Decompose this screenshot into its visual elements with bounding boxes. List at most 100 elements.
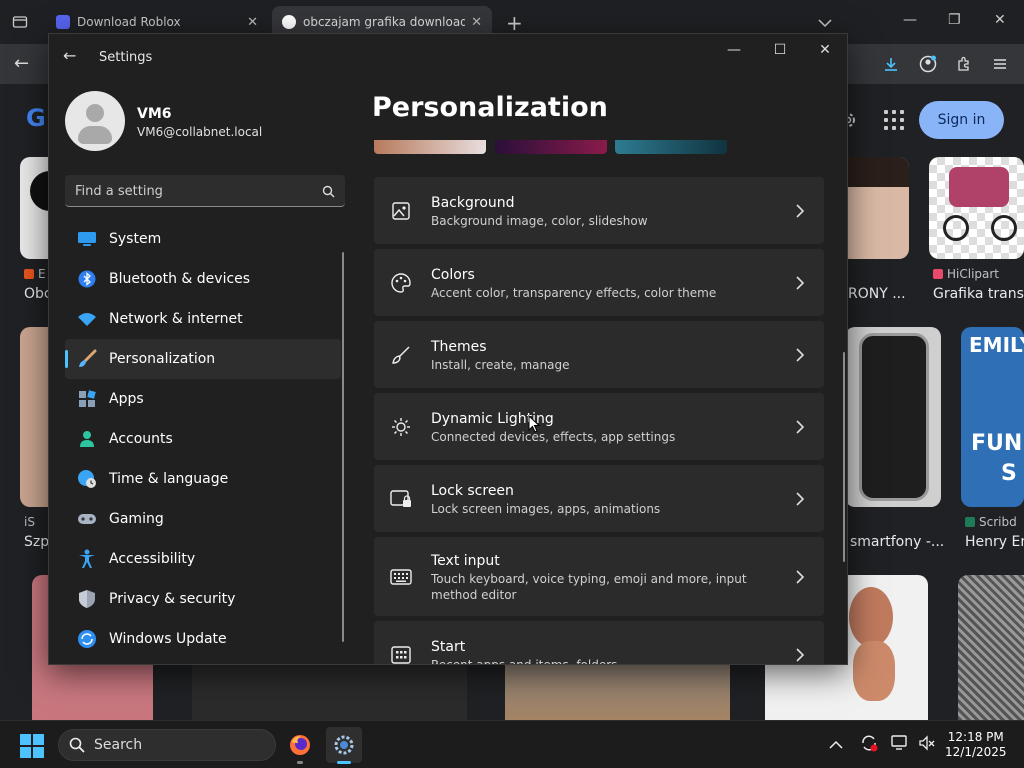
card-subtitle: Lock screen images, apps, animations (431, 502, 661, 516)
settings-taskbar-icon[interactable] (326, 727, 362, 764)
tab-close-icon[interactable]: ✕ (247, 15, 258, 30)
card-dynamic-lighting[interactable]: Dynamic Lighting Connected devices, effe… (374, 393, 824, 460)
tab-close-icon[interactable]: ✕ (471, 15, 482, 30)
tab-search-icon[interactable] (8, 10, 32, 34)
nav-item-time-language[interactable]: Time & language (65, 459, 341, 499)
profile-email: VM6@collabnet.local (137, 125, 263, 139)
download-icon[interactable] (880, 53, 902, 75)
card-text-input[interactable]: Text input Touch keyboard, voice typing,… (374, 537, 824, 616)
google-logo-icon[interactable]: G (26, 104, 46, 132)
nav-item-apps[interactable]: Apps (65, 379, 341, 419)
browser-restore-icon[interactable]: ❐ (948, 12, 961, 28)
profile-name: VM6 (137, 106, 172, 122)
image-caption[interactable]: Henry En (965, 534, 1024, 550)
window-title: Settings (99, 50, 153, 65)
nav-item-privacy[interactable]: Privacy & security (65, 579, 341, 619)
content-scrollbar[interactable] (843, 352, 845, 562)
card-subtitle: Install, create, manage (431, 358, 570, 372)
profile-icon[interactable] (917, 53, 939, 75)
monitor-icon (77, 229, 97, 249)
person-icon (77, 429, 97, 449)
nav-item-label: Accessibility (109, 551, 196, 567)
card-subtitle: Recent apps and items, folders (431, 658, 618, 665)
network-icon[interactable] (891, 734, 909, 756)
chevron-down-icon[interactable] (818, 13, 832, 32)
card-colors[interactable]: Colors Accent color, transparency effect… (374, 249, 824, 316)
system-clock[interactable]: 12:18 PM 12/1/2025 (945, 730, 1007, 760)
settings-nav: System Bluetooth & devices Network & int… (65, 219, 341, 659)
nav-item-label: Privacy & security (109, 591, 236, 607)
minimize-icon[interactable]: — (719, 42, 749, 58)
browser-back-icon[interactable]: ← (14, 53, 29, 74)
firefox-taskbar-icon[interactable] (282, 727, 318, 764)
back-arrow-icon[interactable]: ← (63, 46, 76, 65)
image-result[interactable] (958, 575, 1024, 728)
sign-in-button[interactable]: Sign in (919, 101, 1004, 139)
search-icon (69, 737, 85, 757)
chevron-right-icon (796, 348, 805, 362)
image-result[interactable] (929, 157, 1024, 259)
palette-icon (390, 272, 412, 294)
book-title-text: EMILY (969, 333, 1024, 357)
nav-item-windows-update[interactable]: Windows Update (65, 619, 341, 659)
brush-icon (390, 344, 412, 366)
new-tab-icon[interactable]: + (506, 11, 523, 35)
nav-scrollbar[interactable] (342, 252, 344, 642)
card-background[interactable]: Background Background image, color, slid… (374, 177, 824, 244)
find-setting-search[interactable] (65, 175, 345, 207)
google-apps-icon[interactable] (884, 110, 904, 130)
avatar[interactable] (65, 91, 125, 151)
nav-item-bluetooth[interactable]: Bluetooth & devices (65, 259, 341, 299)
nav-item-accessibility[interactable]: Accessibility (65, 539, 341, 579)
browser-close-icon[interactable]: ✕ (994, 12, 1006, 28)
taskbar: Search 12:18 PM 12/1/2025 (0, 720, 1024, 768)
nav-item-personalization[interactable]: Personalization (65, 339, 341, 379)
chevron-right-icon (796, 420, 805, 434)
sync-icon[interactable] (860, 734, 878, 756)
theme-preview[interactable] (615, 140, 727, 154)
nav-item-label: Network & internet (109, 311, 243, 327)
nav-item-accounts[interactable]: Accounts (65, 419, 341, 459)
close-icon[interactable]: ✕ (810, 42, 840, 58)
sun-icon (390, 416, 412, 438)
image-result[interactable] (840, 157, 909, 259)
volume-muted-icon[interactable] (918, 734, 936, 756)
theme-preview[interactable] (495, 140, 607, 154)
image-caption[interactable]: Szp (24, 534, 49, 550)
card-subtitle: Background image, color, slideshow (431, 214, 648, 228)
image-caption[interactable]: RONY ... (848, 286, 906, 302)
windows-start-icon[interactable] (20, 734, 44, 758)
maximize-icon[interactable]: ☐ (765, 42, 795, 58)
card-themes[interactable]: Themes Install, create, manage (374, 321, 824, 388)
nav-item-gaming[interactable]: Gaming (65, 499, 341, 539)
theme-preview[interactable] (374, 140, 486, 154)
image-caption[interactable]: smartfony -... (850, 534, 944, 550)
image-result[interactable]: EMILY FUN S (961, 327, 1024, 507)
card-title: Lock screen (431, 483, 514, 499)
image-source: E (24, 267, 46, 281)
menu-icon[interactable] (989, 53, 1011, 75)
chevron-up-icon[interactable] (829, 735, 843, 754)
card-lock-screen[interactable]: Lock screen Lock screen images, apps, an… (374, 465, 824, 532)
gamepad-icon (77, 509, 97, 529)
nav-item-label: Windows Update (109, 631, 227, 647)
start-icon (390, 644, 412, 664)
lock-screen-icon (390, 488, 412, 510)
book-title-text: S (1001, 461, 1017, 486)
nav-item-system[interactable]: System (65, 219, 341, 259)
card-subtitle: Accent color, transparency effects, colo… (431, 286, 717, 300)
chevron-right-icon (796, 648, 805, 662)
card-title: Background (431, 195, 515, 211)
page-title: Personalization (372, 92, 608, 123)
extensions-icon[interactable] (953, 53, 975, 75)
image-caption[interactable]: Grafika transp (933, 286, 1024, 302)
image-result[interactable] (845, 327, 941, 507)
card-start[interactable]: Start Recent apps and items, folders (374, 621, 824, 665)
search-input[interactable] (75, 181, 305, 201)
browser-minimize-icon[interactable]: — (903, 12, 917, 28)
clock-date: 12/1/2025 (945, 745, 1007, 759)
nav-item-label: System (109, 231, 162, 247)
nav-item-label: Time & language (109, 471, 229, 487)
nav-item-network[interactable]: Network & internet (65, 299, 341, 339)
taskbar-search[interactable]: Search (58, 729, 276, 761)
